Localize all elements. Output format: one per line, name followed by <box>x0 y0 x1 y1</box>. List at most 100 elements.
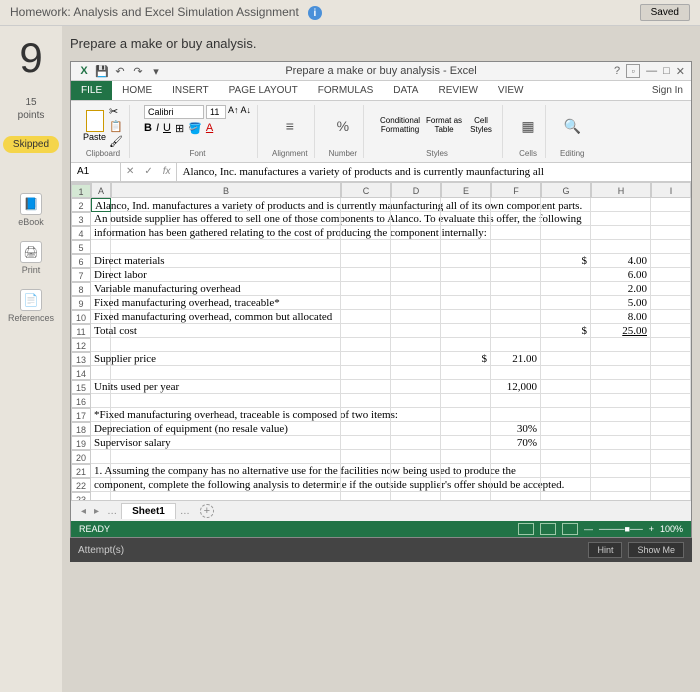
cell[interactable] <box>391 492 441 500</box>
cell[interactable] <box>111 380 341 394</box>
cell[interactable] <box>651 198 691 212</box>
cell[interactable] <box>441 408 491 422</box>
zoom-in-icon[interactable]: + <box>649 524 654 534</box>
cell[interactable]: Alanco, Ind. manufactures a variety of p… <box>91 198 111 212</box>
cell[interactable]: 2.00 <box>591 282 651 296</box>
cell[interactable] <box>591 464 651 478</box>
copy-icon[interactable]: 📋 <box>109 120 123 133</box>
col-header-d[interactable]: D <box>391 182 441 198</box>
row-header[interactable]: 1 <box>71 184 91 198</box>
row-header[interactable]: 3 <box>71 212 91 226</box>
cell[interactable] <box>341 366 391 380</box>
fx-icon[interactable]: fx <box>158 163 176 181</box>
cell[interactable] <box>441 212 491 226</box>
row-header[interactable]: 17 <box>71 408 91 422</box>
cut-icon[interactable]: ✂ <box>109 105 123 118</box>
cell[interactable]: Supervisor salary <box>91 436 111 450</box>
minimize-icon[interactable]: — <box>646 65 657 77</box>
cell[interactable] <box>111 366 341 380</box>
cell[interactable] <box>651 422 691 436</box>
info-icon[interactable]: i <box>308 6 322 20</box>
accept-formula-icon[interactable]: ✓ <box>139 163 157 181</box>
cell[interactable] <box>591 394 651 408</box>
tab-file[interactable]: FILE <box>71 81 112 100</box>
cell[interactable] <box>341 478 391 492</box>
cell[interactable] <box>341 282 391 296</box>
cell[interactable] <box>591 226 651 240</box>
cancel-formula-icon[interactable]: ✕ <box>121 163 139 181</box>
cell[interactable] <box>391 436 441 450</box>
cell[interactable] <box>491 408 541 422</box>
cell[interactable]: Fixed manufacturing overhead, traceable* <box>91 296 111 310</box>
cell[interactable] <box>441 478 491 492</box>
cell[interactable] <box>591 478 651 492</box>
cell[interactable] <box>341 198 391 212</box>
cell[interactable] <box>341 296 391 310</box>
cell[interactable] <box>491 492 541 500</box>
zoom-slider[interactable]: ────■── <box>599 524 643 534</box>
row-header[interactable]: 4 <box>71 226 91 240</box>
cell[interactable] <box>441 464 491 478</box>
cell[interactable] <box>541 422 591 436</box>
row-header[interactable]: 22 <box>71 478 91 492</box>
tab-nav-next-icon[interactable]: ▸ <box>90 506 103 517</box>
row-header[interactable]: 14 <box>71 366 91 380</box>
redo-icon[interactable]: ↷ <box>131 64 145 78</box>
cell[interactable] <box>541 226 591 240</box>
cell[interactable] <box>91 394 111 408</box>
cell[interactable] <box>541 352 591 366</box>
cell[interactable] <box>651 492 691 500</box>
cell[interactable] <box>491 268 541 282</box>
cell[interactable] <box>111 422 341 436</box>
name-box[interactable]: A1 <box>71 163 121 181</box>
row-header[interactable]: 23 <box>71 492 91 500</box>
cell[interactable] <box>491 240 541 254</box>
spreadsheet-grid[interactable]: 1234567891011121314151617181920212223 AB… <box>71 182 691 500</box>
row-header[interactable]: 7 <box>71 268 91 282</box>
cell[interactable] <box>491 198 541 212</box>
cell[interactable] <box>391 394 441 408</box>
help-icon[interactable]: ? <box>614 65 620 77</box>
cell[interactable] <box>441 492 491 500</box>
cell[interactable] <box>111 450 341 464</box>
cell[interactable] <box>111 352 341 366</box>
cell[interactable] <box>111 296 341 310</box>
row-header[interactable]: 13 <box>71 352 91 366</box>
cell[interactable] <box>491 226 541 240</box>
col-header-a[interactable]: A <box>91 182 111 198</box>
cell[interactable] <box>651 380 691 394</box>
cell[interactable] <box>591 366 651 380</box>
cell[interactable] <box>111 464 341 478</box>
showme-button[interactable]: Show Me <box>628 542 684 558</box>
cell[interactable] <box>341 408 391 422</box>
cell[interactable] <box>391 282 441 296</box>
cell[interactable] <box>491 478 541 492</box>
cell[interactable] <box>91 338 111 352</box>
cell[interactable] <box>341 324 391 338</box>
col-header-f[interactable]: F <box>491 182 541 198</box>
cell[interactable] <box>591 198 651 212</box>
col-header-i[interactable]: I <box>651 182 691 198</box>
cell[interactable] <box>651 310 691 324</box>
cell[interactable] <box>341 450 391 464</box>
signin-link[interactable]: Sign In <box>644 81 691 100</box>
cell[interactable] <box>111 324 341 338</box>
cell[interactable] <box>651 296 691 310</box>
cell[interactable] <box>441 310 491 324</box>
cell[interactable]: $ <box>441 352 491 366</box>
cell[interactable] <box>651 240 691 254</box>
cell[interactable] <box>391 478 441 492</box>
save-icon[interactable]: 💾 <box>95 64 109 78</box>
cell[interactable] <box>441 226 491 240</box>
border-icon[interactable]: ⊞ <box>175 122 184 135</box>
cell[interactable] <box>591 422 651 436</box>
col-header-h[interactable]: H <box>591 182 651 198</box>
cell[interactable]: Direct materials <box>91 254 111 268</box>
cell[interactable]: Depreciation of equipment (no resale val… <box>91 422 111 436</box>
maximize-icon[interactable]: □ <box>663 65 670 77</box>
cell[interactable] <box>491 338 541 352</box>
cell[interactable] <box>441 436 491 450</box>
row-header[interactable]: 15 <box>71 380 91 394</box>
bold-button[interactable]: B <box>144 122 152 135</box>
cell[interactable] <box>441 324 491 338</box>
